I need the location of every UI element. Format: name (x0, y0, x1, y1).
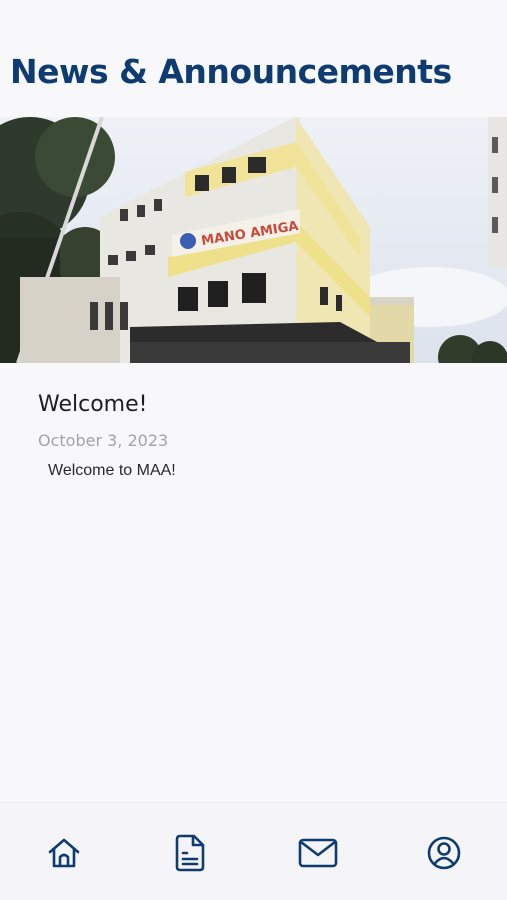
nav-profile-button[interactable] (422, 831, 466, 875)
nav-messages-button[interactable] (296, 831, 340, 875)
nav-documents-button[interactable] (168, 831, 212, 875)
document-icon (175, 834, 205, 872)
news-screen: News & Announcements MANO AMIGA Welcome!… (0, 0, 507, 900)
building-photo: MANO AMIGA (0, 117, 507, 363)
page-title: News & Announcements (10, 52, 452, 91)
post-body: Welcome to MAA! (48, 462, 176, 479)
hero-image[interactable]: MANO AMIGA (0, 117, 507, 363)
post-title: Welcome! (38, 392, 148, 417)
profile-icon (427, 836, 461, 870)
nav-home-button[interactable] (42, 831, 86, 875)
news-post[interactable]: Welcome! October 3, 2023 Welcome to MAA! (38, 392, 478, 480)
mail-icon (298, 838, 338, 868)
bottom-nav (0, 802, 507, 900)
home-icon (48, 838, 80, 868)
post-date: October 3, 2023 (38, 431, 169, 450)
